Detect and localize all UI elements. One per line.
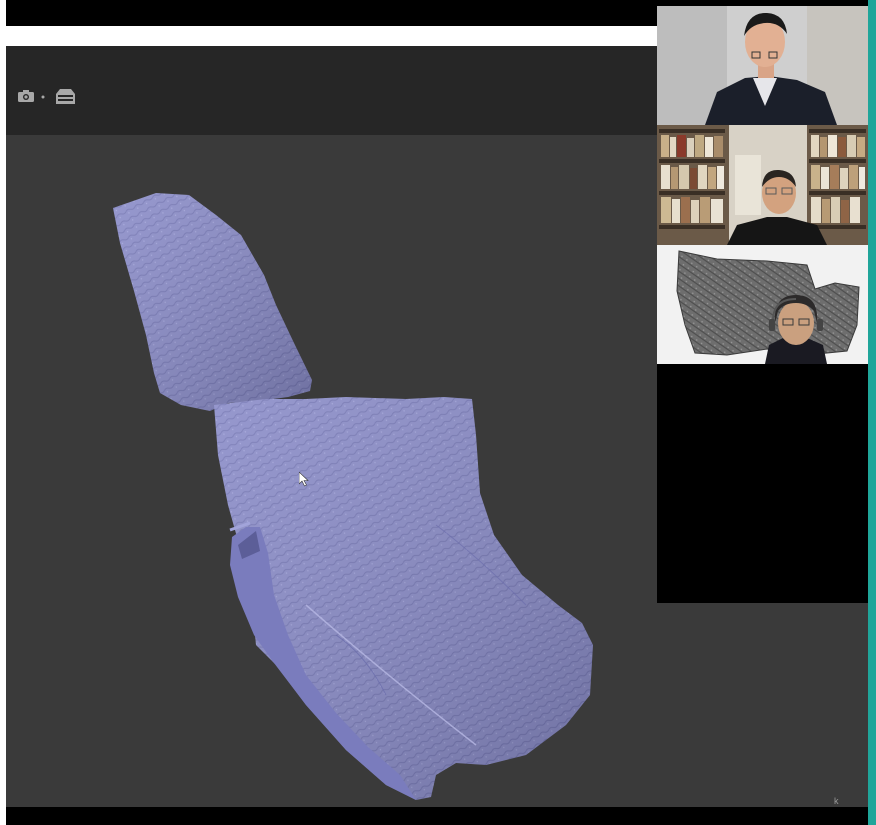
top-bar bbox=[6, 0, 657, 26]
video-call-screen: k bbox=[6, 0, 868, 825]
participant-tile-3[interactable] bbox=[657, 245, 868, 364]
bottom-bar bbox=[6, 807, 868, 825]
participant-gallery bbox=[657, 0, 868, 603]
participant-tile-2[interactable] bbox=[657, 125, 868, 245]
camera-icon[interactable] bbox=[18, 90, 34, 102]
dropdown-dot-icon[interactable] bbox=[41, 95, 45, 99]
address-strip bbox=[6, 26, 657, 46]
viewer-toolbar bbox=[6, 46, 657, 135]
participant-3-video bbox=[657, 245, 868, 364]
participant-2-video bbox=[657, 125, 868, 245]
layers-icon[interactable] bbox=[56, 89, 75, 104]
participant-tile-1[interactable] bbox=[657, 6, 868, 125]
participant-1-video bbox=[657, 6, 868, 125]
mouse-cursor bbox=[299, 472, 309, 487]
corner-glyph: k bbox=[834, 796, 839, 806]
